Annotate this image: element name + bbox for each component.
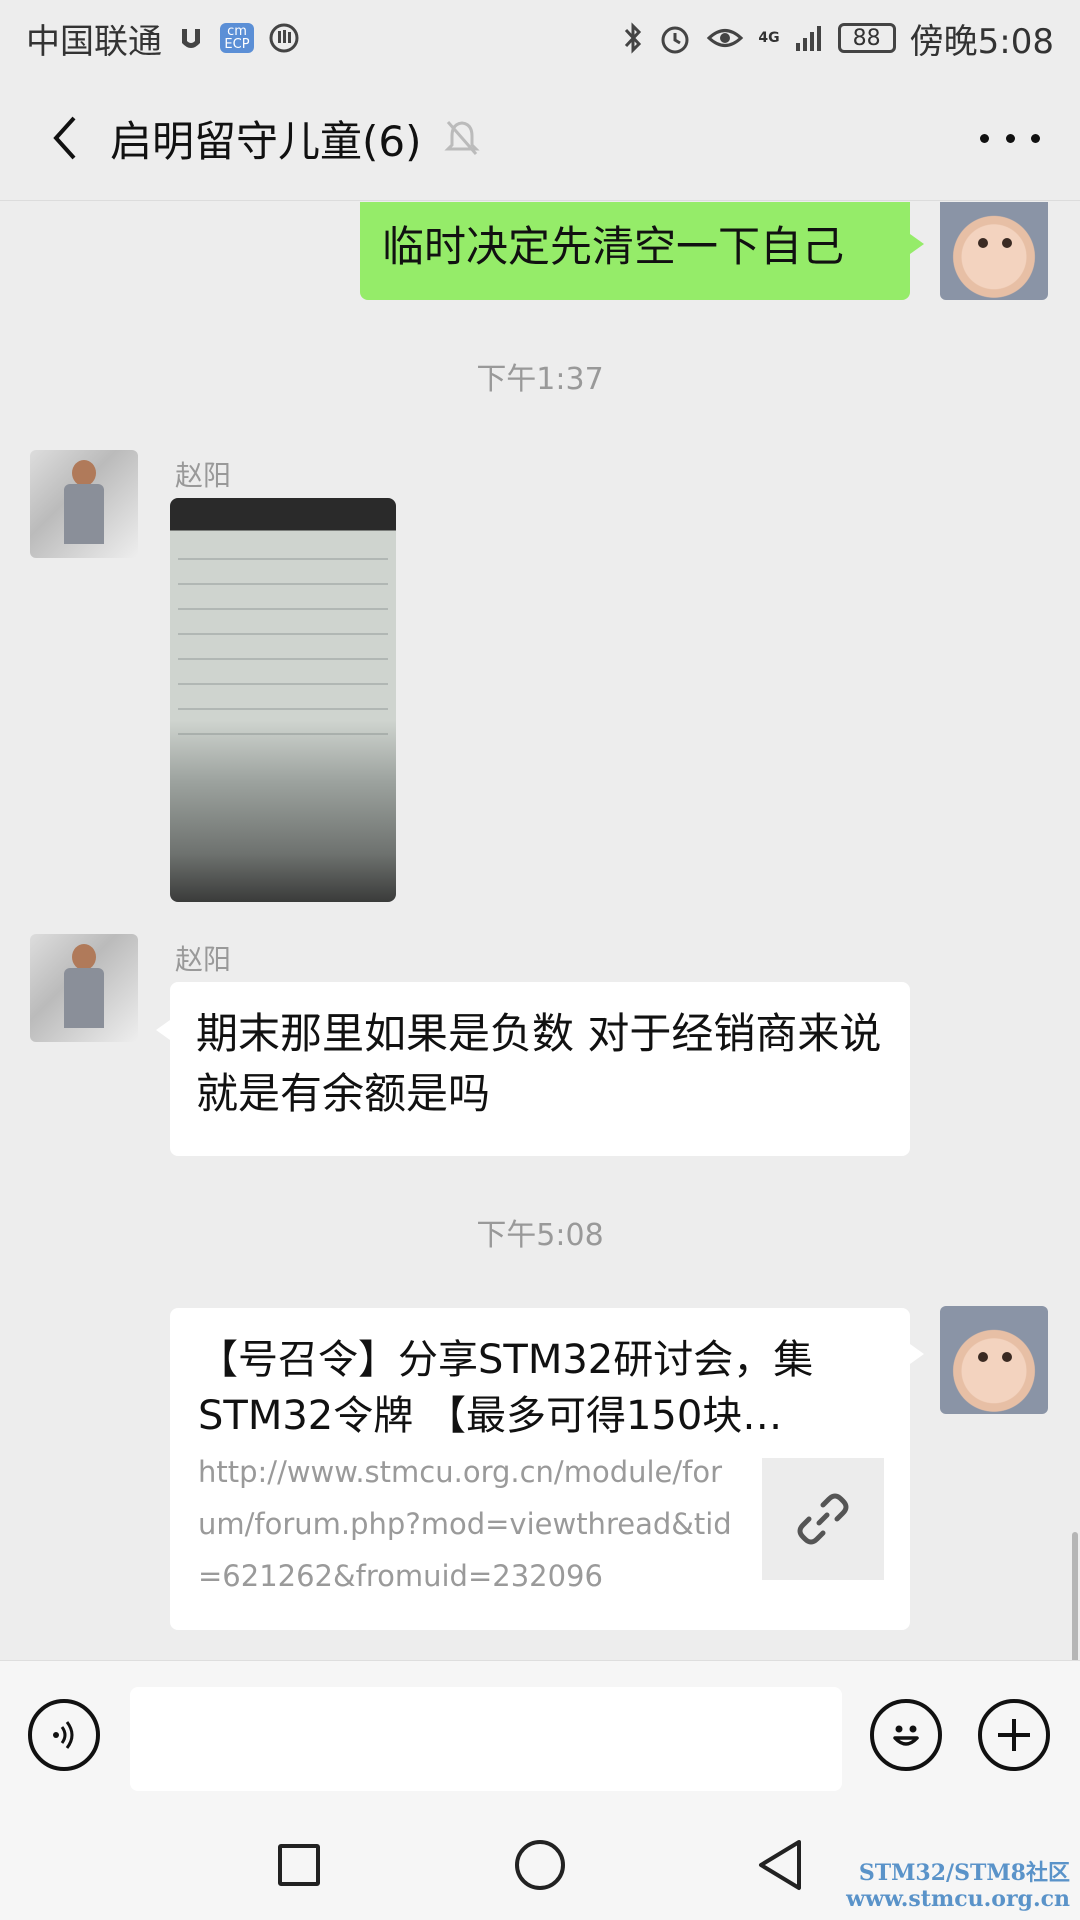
message-bubble-self[interactable]: 临时决定先清空一下自己: [360, 202, 924, 300]
more-options-button[interactable]: [980, 116, 1040, 160]
alarm-app-icon: [182, 29, 200, 48]
link-thumbnail: [762, 1458, 884, 1580]
more-dot-icon: [1005, 133, 1015, 143]
timestamp: 下午5:08: [476, 1218, 604, 1253]
chat-header: 启明留守儿童(6): [0, 76, 1080, 201]
chat-title: 启明留守儿童(6): [110, 116, 422, 166]
alarm-clock-icon: [661, 26, 689, 54]
message-input[interactable]: [130, 1687, 842, 1791]
status-bar: 中国联通 cm ECP 4G 88 傍晚5:08: [0, 0, 1080, 76]
system-navigation-bar: STM32/STM8社区 www.stmcu.org.cn: [0, 1810, 1080, 1920]
link-icon: [797, 1493, 849, 1545]
more-dot-icon: [1031, 133, 1040, 143]
voice-input-button[interactable]: [28, 1699, 100, 1771]
chevron-left-icon: [53, 116, 76, 160]
message-text: 期末那里如果是负数 对于经销商来说就是有余额是吗: [196, 1009, 882, 1118]
status-right: 4G 88 傍晚5:08: [622, 14, 1054, 63]
battery-icon: 88: [837, 23, 896, 53]
system-back-button[interactable]: [755, 1838, 805, 1892]
clock-label: 傍晚5:08: [909, 21, 1054, 62]
link-card-message[interactable]: 【号召令】分享STM32研讨会，集STM32令牌 【最多可得150块… http…: [170, 1308, 924, 1630]
more-dot-icon: [980, 133, 989, 143]
sender-name: 赵阳: [175, 943, 232, 976]
eye-icon: [707, 29, 744, 47]
smiley-icon: [893, 1725, 919, 1746]
more-actions-button[interactable]: [978, 1699, 1050, 1771]
emoji-button[interactable]: [870, 1699, 942, 1771]
voice-icon: [53, 1721, 74, 1749]
sender-avatar[interactable]: [30, 450, 138, 558]
self-avatar[interactable]: [940, 1306, 1048, 1414]
back-button[interactable]: [30, 103, 100, 173]
network-label: 4G: [758, 30, 780, 46]
chat-messages[interactable]: 临时决定先清空一下自己 下午1:37 赵阳 赵阳 期末那里如果是负数 对于经销商…: [0, 202, 1080, 1660]
watermark-line1: STM32/STM8社区: [858, 1860, 1070, 1886]
watermark-line2: www.stmcu.org.cn: [846, 1886, 1070, 1912]
mute-bell-icon: [440, 116, 484, 160]
bluetooth-icon: [625, 22, 642, 54]
message-text: 临时决定先清空一下自己: [382, 222, 845, 271]
carrier-label: 中国联通: [26, 21, 162, 62]
input-bar: [0, 1660, 1080, 1811]
sender-avatar[interactable]: [30, 934, 138, 1042]
image-message[interactable]: [170, 498, 396, 902]
message-bubble-other[interactable]: 期末那里如果是负数 对于经销商来说就是有余额是吗: [156, 982, 910, 1156]
sender-name: 赵阳: [175, 459, 232, 492]
signal-icon: [795, 26, 821, 51]
link-url: http://www.stmcu.org.cn/module/forum/for…: [198, 1455, 732, 1593]
status-left: 中国联通 cm ECP: [26, 14, 300, 63]
timestamp: 下午1:37: [476, 362, 604, 397]
chat-scrollbar[interactable]: [1072, 1532, 1078, 1660]
home-button[interactable]: [515, 1840, 565, 1890]
watermark: STM32/STM8社区 www.stmcu.org.cn: [846, 1860, 1070, 1912]
recent-apps-button[interactable]: [278, 1844, 320, 1886]
ecp-app-icon: cm ECP: [220, 23, 254, 53]
hand-app-icon: [269, 23, 299, 53]
self-avatar[interactable]: [940, 202, 1048, 300]
plus-icon: [998, 1719, 1030, 1751]
link-title: 【号召令】分享STM32研讨会，集STM32令牌 【最多可得150块…: [198, 1337, 814, 1439]
